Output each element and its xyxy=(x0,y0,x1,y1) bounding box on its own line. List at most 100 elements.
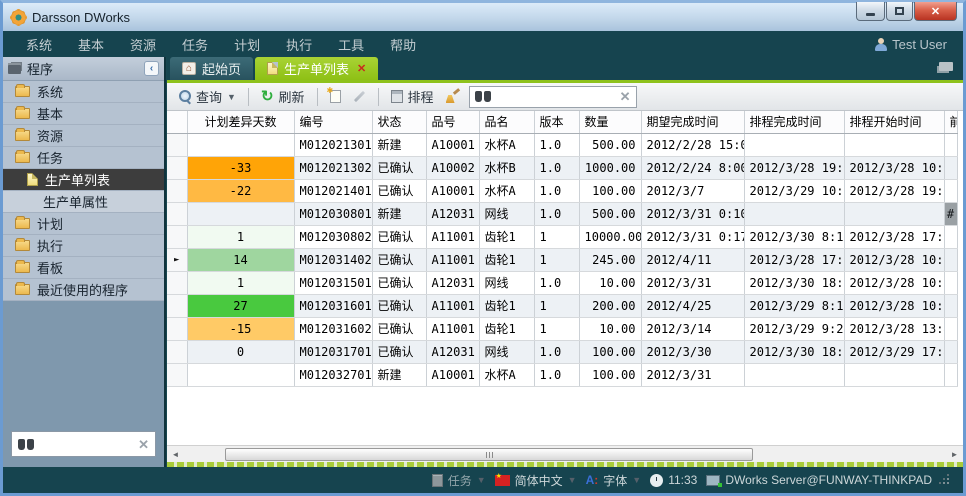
status-cell: 已确认 xyxy=(372,271,426,294)
column-header-7[interactable]: 期望完成时间 xyxy=(641,111,744,133)
table-row[interactable]: 1M012031501已确认A12031网线1.010.002012/3/312… xyxy=(167,271,957,294)
tab-0[interactable]: ⌂起始页 xyxy=(170,57,253,80)
sidebar-item-1[interactable]: 基本 xyxy=(3,103,164,125)
menu-item-4[interactable]: 计划 xyxy=(221,35,273,54)
sched_end-cell xyxy=(744,202,844,225)
query-button[interactable]: 查询 ▼ xyxy=(175,85,239,108)
menu-item-5[interactable]: 执行 xyxy=(273,35,325,54)
expect-cell: 2012/3/7 xyxy=(641,179,744,202)
minimize-button[interactable] xyxy=(856,2,885,21)
scroll-right-icon[interactable]: ► xyxy=(946,446,963,462)
table-row[interactable]: M012021301新建A10001水杯A1.0500.002012/2/28 … xyxy=(167,133,957,156)
sidebar-item-9[interactable]: 最近使用的程序 xyxy=(3,279,164,301)
table-row[interactable]: -15M012031602已确认A11001齿轮1110.002012/3/14… xyxy=(167,317,957,340)
chevron-down-icon: ▼ xyxy=(227,92,236,102)
window-list-icon[interactable] xyxy=(939,62,953,71)
folder-icon xyxy=(15,262,30,273)
user-area[interactable]: Test User xyxy=(875,37,953,52)
column-header-8[interactable]: 排程完成时间 xyxy=(744,111,844,133)
menu-item-6[interactable]: 工具 xyxy=(325,35,377,54)
sidebar-item-8[interactable]: 看板 xyxy=(3,257,164,279)
clean-button[interactable] xyxy=(443,88,463,105)
sidebar-item-label: 执行 xyxy=(37,236,63,255)
plan-diff-cell: 27 xyxy=(187,294,294,317)
task-dropdown[interactable]: 任务 ▼ xyxy=(432,472,486,489)
clock-item: 11:33 xyxy=(650,473,697,487)
column-header-3[interactable]: 品号 xyxy=(426,111,479,133)
column-header-6[interactable]: 数量 xyxy=(579,111,641,133)
sidebar-item-7[interactable]: 执行 xyxy=(3,235,164,257)
column-header-2[interactable]: 状态 xyxy=(372,111,426,133)
scrollbar-thumb[interactable] xyxy=(225,448,753,461)
restore-button[interactable] xyxy=(886,2,913,21)
qty-cell: 100.00 xyxy=(579,179,641,202)
clear-icon[interactable]: ✕ xyxy=(620,90,631,103)
expect-cell: 2012/3/31 0:17 xyxy=(641,225,744,248)
status-time: 11:33 xyxy=(668,473,697,487)
table-row[interactable]: -22M012021401已确认A10001水杯A1.0100.002012/3… xyxy=(167,179,957,202)
column-header-10[interactable]: 前 xyxy=(944,111,957,133)
sidebar-search-input[interactable] xyxy=(34,437,138,451)
table-row[interactable]: 0M012031701已确认A12031网线1.0100.002012/3/30… xyxy=(167,340,957,363)
status-cell: 新建 xyxy=(372,202,426,225)
table-row[interactable]: M012032701新建A10001水杯A1.0100.002012/3/31 xyxy=(167,363,957,386)
recent-folder-icon xyxy=(15,284,30,295)
column-header-4[interactable]: 品名 xyxy=(479,111,534,133)
resize-grip[interactable] xyxy=(941,476,949,484)
item_name-cell: 水杯A xyxy=(479,363,534,386)
menu-item-1[interactable]: 基本 xyxy=(65,35,117,54)
item_name-cell: 网线 xyxy=(479,340,534,363)
version-cell: 1 xyxy=(534,317,579,340)
tab-1[interactable]: 生产单列表✕ xyxy=(255,57,378,80)
sidebar-item-4[interactable]: 生产单列表 xyxy=(3,169,164,191)
edit-button[interactable] xyxy=(350,93,369,100)
table-row[interactable]: 1M012030802已确认A11001齿轮1110000.002012/3/3… xyxy=(167,225,957,248)
schedule-button[interactable]: 排程 xyxy=(388,85,437,108)
column-header-1[interactable]: 编号 xyxy=(294,111,372,133)
sidebar-item-3[interactable]: 任务 xyxy=(3,147,164,169)
server-item: DWorks Server@FUNWAY-THINKPAD xyxy=(706,473,932,487)
menu-item-2[interactable]: 资源 xyxy=(117,35,169,54)
item_no-cell: A11001 xyxy=(426,248,479,271)
item_name-cell: 齿轮1 xyxy=(479,248,534,271)
plan-diff-cell xyxy=(187,363,294,386)
qty-cell: 500.00 xyxy=(579,202,641,225)
menu-item-0[interactable]: 系统 xyxy=(13,35,65,54)
close-tab-icon[interactable]: ✕ xyxy=(357,62,366,75)
table-row[interactable]: 27M012031601已确认A11001齿轮11200.002012/4/25… xyxy=(167,294,957,317)
language-dropdown[interactable]: 简体中文 ▼ xyxy=(495,472,577,489)
orders-table: 计划差异天数编号状态品号品名版本数量期望完成时间排程完成时间排程开始时间前M01… xyxy=(167,111,958,387)
item_name-cell: 齿轮1 xyxy=(479,225,534,248)
collapse-sidebar-button[interactable]: ‹ xyxy=(144,61,159,76)
item_no-cell: A11001 xyxy=(426,317,479,340)
close-button[interactable]: ✕ xyxy=(914,2,957,21)
horizontal-scrollbar[interactable]: ◄ ► xyxy=(167,445,963,462)
sidebar-item-5[interactable]: 生产单属性 xyxy=(3,191,164,213)
item_name-cell: 水杯B xyxy=(479,156,534,179)
sidebar-item-2[interactable]: 资源 xyxy=(3,125,164,147)
app-gear-icon xyxy=(11,10,26,25)
table-row[interactable]: M012030801新建A12031网线1.0500.002012/3/31 0… xyxy=(167,202,957,225)
column-header-9[interactable]: 排程开始时间 xyxy=(844,111,944,133)
current-row-indicator: ► xyxy=(167,248,187,271)
sched_start-cell: 2012/3/28 10:52 xyxy=(844,294,944,317)
version-cell: 1.0 xyxy=(534,133,579,156)
plan-diff-cell: 1 xyxy=(187,225,294,248)
refresh-button[interactable]: ↻ 刷新 xyxy=(258,85,308,108)
column-header-0[interactable]: 计划差异天数 xyxy=(187,111,294,133)
table-row[interactable]: ►14M012031402已确认A11001齿轮11245.002012/4/1… xyxy=(167,248,957,271)
menu-item-3[interactable]: 任务 xyxy=(169,35,221,54)
font-dropdown[interactable]: A: 字体 ▼ xyxy=(586,472,642,489)
menu-item-7[interactable]: 帮助 xyxy=(377,35,429,54)
clear-icon[interactable]: ✕ xyxy=(138,438,149,451)
column-header-5[interactable]: 版本 xyxy=(534,111,579,133)
toolbar-search-input[interactable] xyxy=(495,90,616,104)
sidebar-item-0[interactable]: 系统 xyxy=(3,81,164,103)
new-button[interactable] xyxy=(327,88,344,105)
scroll-left-icon[interactable]: ◄ xyxy=(167,446,184,462)
server-icon xyxy=(706,475,720,486)
sched_end-cell xyxy=(744,133,844,156)
sidebar-item-6[interactable]: 计划 xyxy=(3,213,164,235)
item_no-cell: A12031 xyxy=(426,202,479,225)
table-row[interactable]: -33M012021302已确认A10002水杯B1.01000.002012/… xyxy=(167,156,957,179)
